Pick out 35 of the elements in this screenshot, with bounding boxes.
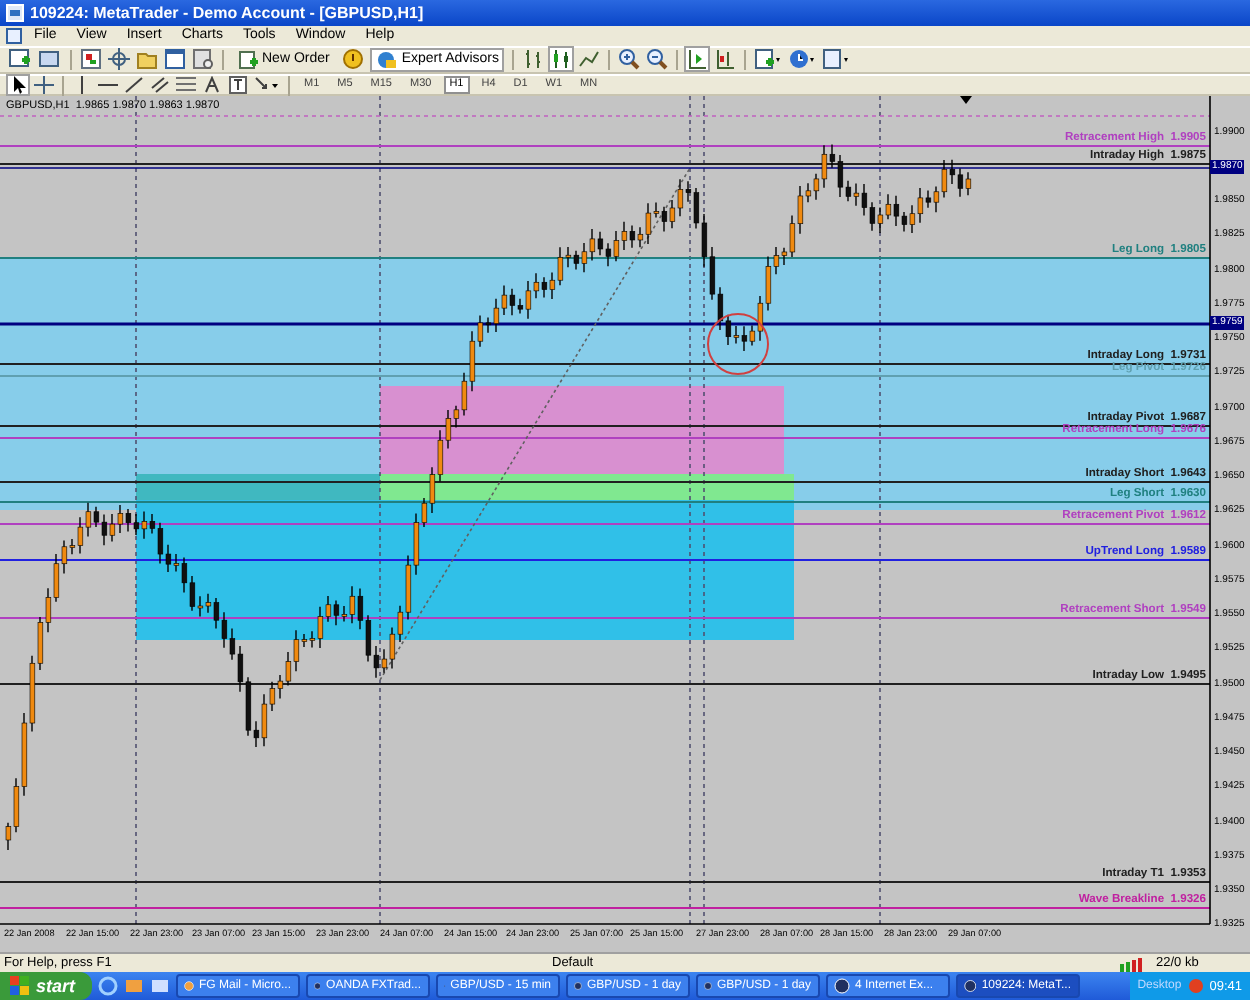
- desktop-icon[interactable]: [149, 976, 170, 997]
- browser-icon[interactable]: [97, 976, 118, 997]
- new-chart-icon[interactable]: [8, 48, 32, 71]
- zoom-in-icon[interactable]: [618, 48, 641, 71]
- tester-icon[interactable]: [192, 48, 214, 71]
- start-button[interactable]: start: [0, 972, 92, 1000]
- market-watch-icon[interactable]: [80, 48, 102, 71]
- chart-window-icon: [6, 27, 22, 44]
- crosshair-icon[interactable]: [108, 48, 130, 71]
- window-title: 109224: MetaTrader - Demo Account - [GBPUSD,H1]: [30, 3, 424, 22]
- auto-scroll-icon[interactable]: [686, 48, 709, 71]
- profiles-icon[interactable]: [38, 48, 62, 71]
- window-icon[interactable]: [164, 48, 186, 71]
- text-label-icon[interactable]: [228, 76, 248, 95]
- alert-icon[interactable]: [341, 48, 364, 71]
- trend-line-icon[interactable]: [124, 76, 144, 95]
- channel-icon[interactable]: [150, 76, 170, 95]
- period-marker-icon: [960, 96, 972, 105]
- mail-icon[interactable]: [123, 976, 144, 997]
- connection-bars-icon: [1120, 955, 1148, 972]
- fibonacci-icon[interactable]: [176, 76, 196, 95]
- cursor-icon[interactable]: [8, 76, 28, 95]
- candlestick-icon[interactable]: [550, 48, 573, 71]
- line-chart-icon[interactable]: [578, 48, 601, 71]
- indicators-icon[interactable]: [754, 48, 783, 71]
- zoom-out-icon[interactable]: [646, 48, 669, 71]
- circle-marker: [707, 313, 769, 376]
- crosshair-icon[interactable]: [34, 76, 54, 95]
- arrows-icon[interactable]: [254, 76, 280, 95]
- flag-logo-icon: [10, 976, 30, 997]
- chart-shift-icon[interactable]: [714, 48, 737, 71]
- bar-chart-icon[interactable]: [522, 48, 545, 71]
- text-icon[interactable]: [202, 76, 222, 95]
- templates-icon[interactable]: [822, 48, 851, 71]
- clock-icon[interactable]: [788, 48, 817, 71]
